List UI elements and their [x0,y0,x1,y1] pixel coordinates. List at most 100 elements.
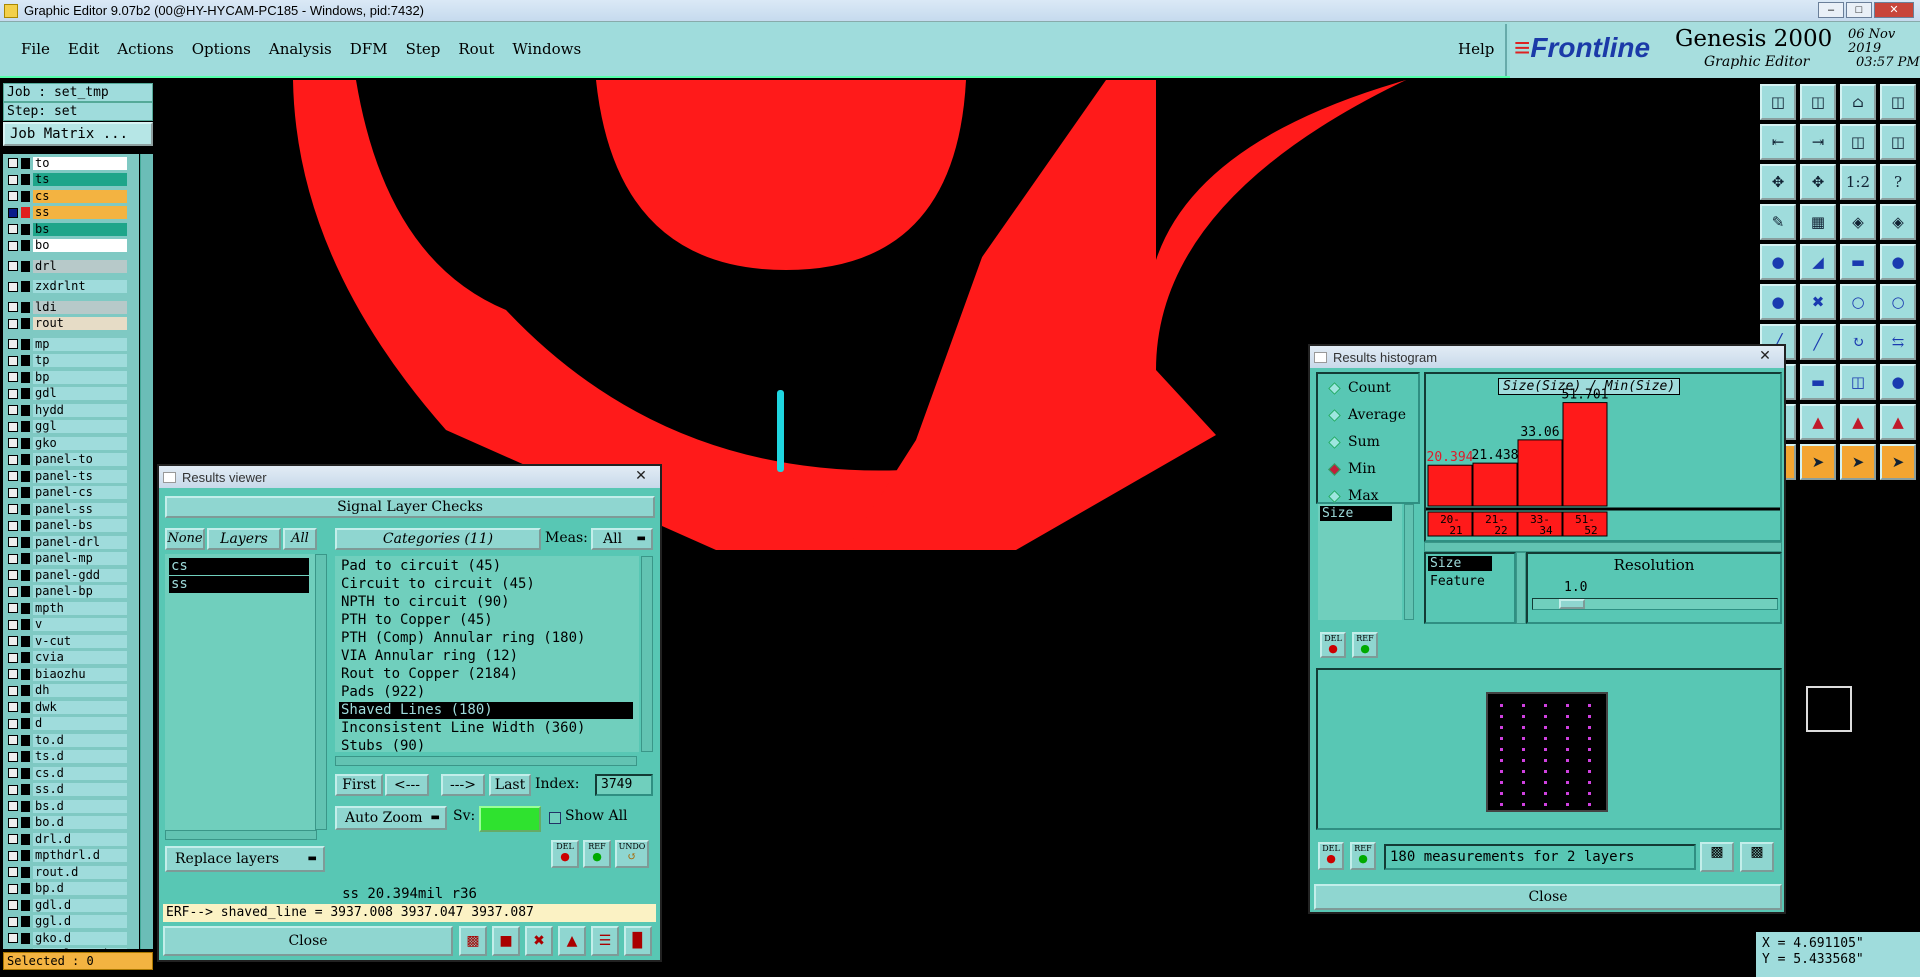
layer-checkbox[interactable] [8,751,18,762]
layer-affected-marker[interactable] [21,784,30,795]
menu-windows[interactable]: Windows [503,40,590,58]
layer-affected-marker[interactable] [21,833,30,845]
layer-row[interactable]: zxdrlnt [3,280,139,294]
mode-radio-count[interactable]: Count [1328,380,1391,396]
del-button[interactable]: DEL ● [1320,632,1346,658]
resolution-slider-thumb[interactable] [1559,599,1585,609]
copy-icon[interactable]: ● [1880,364,1916,400]
layer-row[interactable]: bo [3,239,139,253]
layer-name[interactable]: ts.d [33,750,127,763]
category-item[interactable]: PTH to Copper (45) [339,612,495,629]
layer-checkbox[interactable] [8,372,18,382]
draw-line2-icon[interactable]: ╱ [1800,324,1836,360]
layer-affected-marker[interactable] [21,602,30,614]
category-item[interactable]: VIA Annular ring (12) [339,648,520,665]
radio-indicator[interactable] [1328,408,1341,422]
layer-checkbox[interactable] [8,207,18,218]
categories-button[interactable]: Categories (11) [335,528,541,550]
layer-name[interactable]: v-cut [33,634,127,648]
scale-icon[interactable]: 1:2 [1840,164,1876,200]
histogram-bar[interactable] [1562,402,1608,507]
layer-checkbox[interactable] [8,768,18,778]
layer-affected-marker[interactable] [21,260,30,272]
none-button[interactable]: None [165,528,205,550]
layer-affected-marker[interactable] [21,437,30,449]
layer-name[interactable]: panel-cs [33,486,127,499]
layer-row[interactable]: bs [3,222,139,236]
layer-name[interactable]: dh [33,684,127,697]
layer-row[interactable]: panel-mp [3,552,139,566]
layer-row[interactable]: to [3,156,139,170]
arc-icon[interactable]: ○ [1840,284,1876,320]
layer-affected-marker[interactable] [21,800,30,812]
select4-icon[interactable]: ➤ [1880,444,1916,480]
layer-checkbox[interactable] [8,224,18,234]
close-icon[interactable]: ✕ [628,468,654,484]
report-icon[interactable]: ▩ [459,926,487,956]
layer-checkbox[interactable] [8,619,18,630]
layer-name[interactable]: ts [33,173,127,186]
layer-checkbox[interactable] [8,471,18,481]
layer-affected-marker[interactable] [21,635,30,647]
layers-button[interactable]: Layers [207,528,281,550]
layer-name[interactable]: rout [33,317,127,330]
layer-name[interactable]: gdl.d [33,898,127,912]
import-icon[interactable]: ▩ [1740,842,1774,872]
job-matrix-button[interactable]: Job Matrix ... [3,122,153,146]
layer-row[interactable]: cs [3,189,139,203]
layer-affected-marker[interactable] [21,355,30,366]
layer-affected-marker[interactable] [21,734,30,746]
layer-row[interactable]: panel-to [3,453,139,467]
close-window-button[interactable]: ✕ [1874,2,1914,18]
layer-affected-marker[interactable] [21,318,30,329]
layer-name[interactable]: to [33,156,127,170]
measure-list[interactable]: Size [1318,504,1402,620]
histogram-titlebar[interactable]: Results histogram ✕ [1310,346,1784,368]
polygon4-icon[interactable]: ▲ [1880,404,1916,440]
open-job-icon[interactable]: ◫ [1760,84,1796,120]
center-icon[interactable]: ✥ [1800,164,1836,200]
layer-row[interactable]: tp [3,354,139,368]
layer-affected-marker[interactable] [21,916,30,927]
stroke-icon[interactable]: ▬ [1800,364,1836,400]
layer-row[interactable]: rout.d [3,865,139,879]
layer-name[interactable]: bo.d [33,816,127,829]
layer-affected-marker[interactable] [21,652,30,663]
clear-icon[interactable]: ✖ [525,926,553,956]
results-viewer-titlebar[interactable]: Results viewer ✕ [159,466,660,488]
layer-row[interactable]: drl.d [3,832,139,846]
layer-checkbox[interactable] [8,438,18,448]
categories-list[interactable]: Pad to circuit (45) Circuit to circuit (4… [335,556,639,754]
layer-name[interactable]: hydd [33,403,127,417]
layer-checkbox[interactable] [8,318,18,329]
menu-actions[interactable]: Actions [108,40,182,58]
layer-row[interactable]: ss [3,206,139,220]
layer-row[interactable]: panel-bp [3,585,139,599]
layer-affected-marker[interactable] [21,619,30,630]
layer-row[interactable]: mpthdrl.d [3,849,139,863]
menu-analysis[interactable]: Analysis [260,40,341,58]
layer-checkbox[interactable] [8,586,18,597]
first-button[interactable]: First [335,774,383,796]
auto-zoom-dropdown[interactable]: Auto Zoom ▬ [335,806,447,830]
layer-affected-marker[interactable] [21,685,30,696]
layer-row[interactable]: panel-gdd [3,568,139,582]
export-icon[interactable]: ▩ [1700,842,1734,872]
menu-edit[interactable]: Edit [59,40,108,58]
layer-affected-marker[interactable] [21,850,30,861]
close-button[interactable]: Close [1314,884,1782,910]
notes-icon[interactable]: ☰ [591,926,619,956]
layer-affected-marker[interactable] [21,520,30,531]
layer-row[interactable]: bs.d [3,799,139,813]
layer-checkbox[interactable] [8,261,18,271]
layer-name[interactable]: ss [33,206,127,219]
mode-radio-sum[interactable]: Sum [1328,434,1380,450]
categories-hscrollbar[interactable] [335,756,637,766]
layer-checkbox[interactable] [8,281,18,292]
mode-radio-average[interactable]: Average [1328,407,1406,423]
layer-row[interactable]: panel-drl [3,535,139,549]
resolution-slider[interactable] [1532,598,1778,610]
ref-button[interactable]: REF ● [1352,632,1378,658]
layer-checkbox[interactable] [8,702,18,712]
category-item[interactable]: PTH (Comp) Annular ring (180) [339,630,587,647]
